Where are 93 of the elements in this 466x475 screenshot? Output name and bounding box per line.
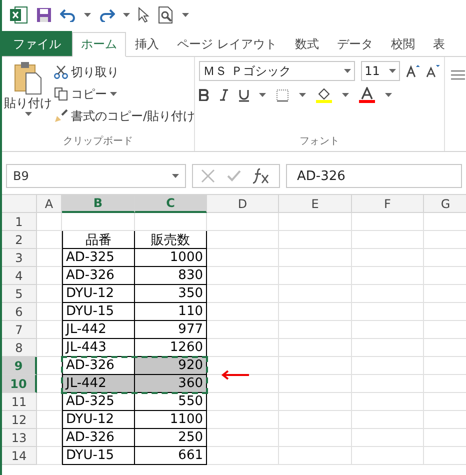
row-header[interactable]: 2 xyxy=(2,231,37,249)
dropdown-caret-icon[interactable] xyxy=(385,93,392,97)
increase-font-size-icon[interactable] xyxy=(406,64,420,78)
table-cell: AD-326 xyxy=(62,357,135,375)
insert-function-icon[interactable] xyxy=(253,168,271,184)
row-header[interactable]: 6 xyxy=(2,303,37,321)
redo-icon[interactable] xyxy=(99,8,115,22)
table-cell: DYU-15 xyxy=(62,447,135,465)
copy-button[interactable]: コピー xyxy=(54,83,196,105)
row-header[interactable]: 10 xyxy=(2,375,37,393)
dropdown-caret-icon[interactable] xyxy=(24,112,32,116)
column-header[interactable]: A xyxy=(37,195,62,213)
dropdown-caret-icon[interactable] xyxy=(123,13,130,17)
table-cell: AD-326 xyxy=(62,429,135,447)
dropdown-caret-icon[interactable] xyxy=(172,174,179,178)
column-header[interactable]: G xyxy=(424,195,466,213)
fill-color-icon[interactable] xyxy=(316,87,332,103)
row-header[interactable]: 5 xyxy=(2,285,37,303)
name-box[interactable]: B9 xyxy=(6,164,186,188)
row-header[interactable]: 4 xyxy=(2,267,37,285)
scissors-icon xyxy=(54,65,68,79)
group-label: クリップボード xyxy=(62,134,134,149)
dropdown-caret-icon[interactable] xyxy=(389,69,396,73)
checkmark-icon[interactable] xyxy=(227,170,241,182)
paste-button[interactable]: 貼り付け xyxy=(6,61,50,133)
cut-button[interactable]: 切り取り xyxy=(54,61,196,83)
pointer-icon[interactable] xyxy=(138,7,150,23)
column-header[interactable]: F xyxy=(352,195,424,213)
dropdown-caret-icon[interactable] xyxy=(259,93,266,97)
row-header[interactable]: 1 xyxy=(2,213,37,231)
table-cell: 1000 xyxy=(135,249,207,267)
borders-icon[interactable] xyxy=(276,88,289,102)
row-header[interactable]: 7 xyxy=(2,321,37,339)
dropdown-caret-icon[interactable] xyxy=(342,93,349,97)
table-cell: 550 xyxy=(135,393,207,411)
table-cell: AD-325 xyxy=(62,249,135,267)
table-cell: DYU-12 xyxy=(62,285,135,303)
dropdown-caret-icon[interactable] xyxy=(84,13,91,17)
paintbrush-icon xyxy=(54,109,68,123)
font-name-field[interactable]: ＭＳ Ｐゴシック xyxy=(199,61,355,81)
align-icon[interactable] xyxy=(451,70,465,82)
clipboard-icon xyxy=(13,61,43,95)
table-cell: 250 xyxy=(135,429,207,447)
font-size-field[interactable]: 11 xyxy=(360,61,400,81)
decrease-font-size-icon[interactable] xyxy=(426,64,440,78)
column-header[interactable]: C xyxy=(135,195,207,213)
underline-icon[interactable] xyxy=(239,88,249,102)
table-cell: JL-442 xyxy=(62,321,135,339)
column-header[interactable]: D xyxy=(207,195,279,213)
row-header[interactable]: 3 xyxy=(2,249,37,267)
table-cell: AD-326 xyxy=(62,267,135,285)
row-header[interactable]: 8 xyxy=(2,339,37,357)
table-cell: 360 xyxy=(135,375,207,393)
dropdown-caret-icon[interactable] xyxy=(344,69,351,73)
format-painter-button[interactable]: 書式のコピー/貼り付け xyxy=(54,105,196,127)
table-cell: 920 xyxy=(135,357,207,375)
table-cell: 350 xyxy=(135,285,207,303)
row-header[interactable]: 13 xyxy=(2,429,37,447)
table-cell: JL-443 xyxy=(62,339,135,357)
print-preview-icon[interactable] xyxy=(158,6,174,24)
table-cell: 830 xyxy=(135,267,207,285)
table-cell: 661 xyxy=(135,447,207,465)
table-cell: 1100 xyxy=(135,411,207,429)
dropdown-caret-icon[interactable] xyxy=(299,93,306,97)
table-cell: 110 xyxy=(135,303,207,321)
dropdown-caret-icon[interactable] xyxy=(110,92,117,96)
save-icon[interactable] xyxy=(36,7,52,23)
italic-icon[interactable] xyxy=(219,89,229,101)
ribbon-tab[interactable]: ホーム xyxy=(72,32,126,57)
table-cell: 1260 xyxy=(135,339,207,357)
table-cell: JL-442 xyxy=(62,375,135,393)
undo-icon[interactable] xyxy=(60,8,76,22)
group-label: フォント xyxy=(298,135,340,149)
table-cell: 販売数 xyxy=(135,231,207,249)
arrow-icon xyxy=(221,370,249,380)
font-color-icon[interactable] xyxy=(359,87,375,103)
table-cell: 977 xyxy=(135,321,207,339)
row-header[interactable]: 14 xyxy=(2,447,37,465)
table-cell: DYU-15 xyxy=(62,303,135,321)
column-header[interactable]: E xyxy=(279,195,352,213)
table-cell: DYU-12 xyxy=(62,411,135,429)
spreadsheet-logo-icon[interactable] xyxy=(10,6,28,24)
row-header[interactable]: 9 xyxy=(2,357,37,375)
row-header[interactable]: 11 xyxy=(2,393,37,411)
row-header[interactable]: 12 xyxy=(2,411,37,429)
dropdown-caret-icon[interactable] xyxy=(182,13,189,17)
copy-icon xyxy=(54,87,68,101)
ribbon-tab[interactable]: ファイル xyxy=(2,31,72,56)
bold-icon[interactable] xyxy=(199,89,209,101)
column-header[interactable]: B xyxy=(62,195,135,213)
table-cell: 品番 xyxy=(62,231,135,249)
formula-field[interactable]: AD-326 xyxy=(286,164,462,188)
table-cell: AD-325 xyxy=(62,393,135,411)
